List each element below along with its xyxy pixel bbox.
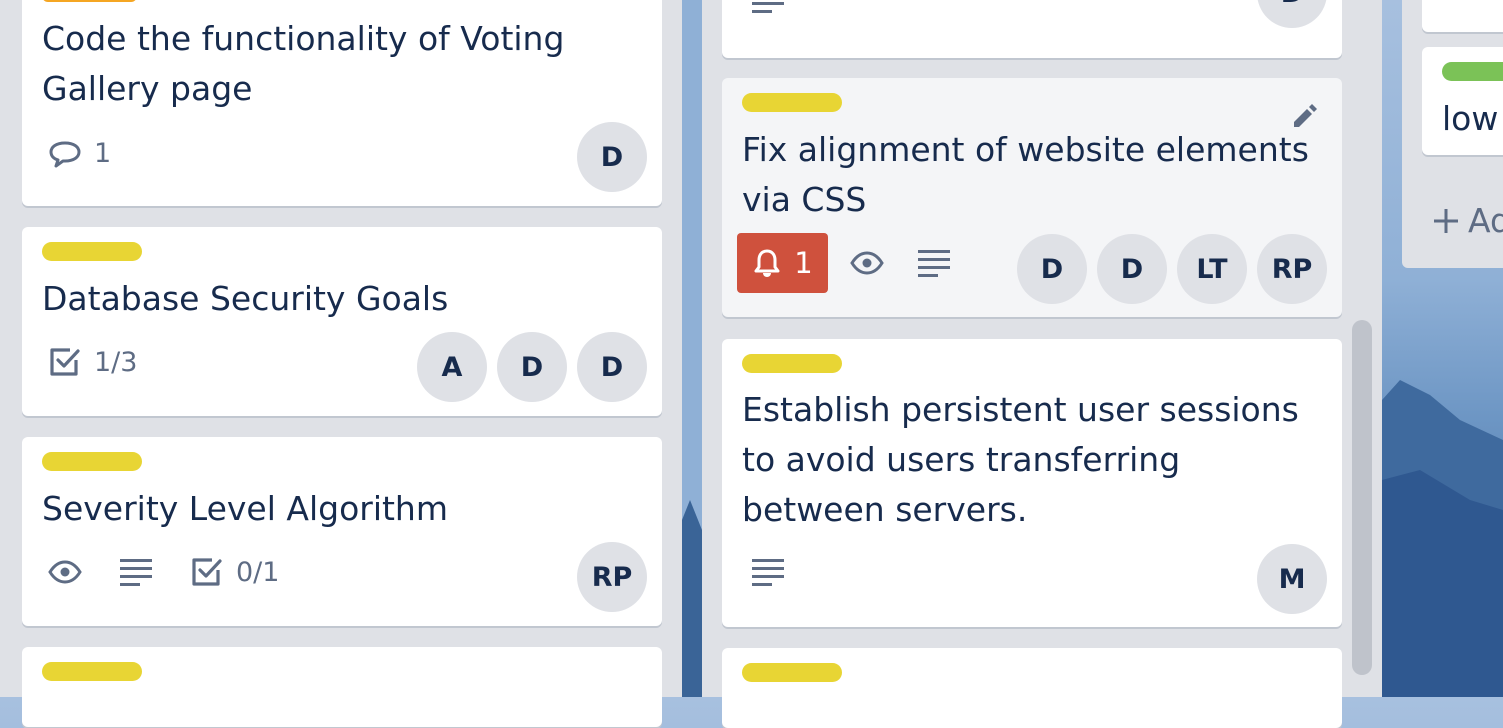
description-badge: [752, 557, 784, 587]
notification-count: 1: [794, 246, 813, 280]
card-low[interactable]: low: [1422, 47, 1503, 155]
checklist-icon: [50, 348, 80, 376]
card-badges: 1: [737, 233, 988, 293]
card-title: Fix alignment of website elements via CS…: [742, 130, 1309, 219]
avatar[interactable]: D: [1097, 234, 1167, 304]
avatar[interactable]: M: [1257, 544, 1327, 614]
card-members: D: [577, 122, 647, 192]
avatar[interactable]: D: [577, 332, 647, 402]
card-badges: 0/1: [48, 555, 317, 589]
card-fix-alignment[interactable]: Fix alignment of website elements via CS…: [722, 78, 1342, 317]
card-title: Code the functionality of Voting Gallery…: [42, 19, 565, 108]
card-label[interactable]: [42, 662, 142, 681]
card-label[interactable]: [42, 0, 137, 2]
card-partial-top[interactable]: D: [722, 0, 1342, 58]
description-badge: [752, 0, 784, 20]
notification-badge: 1: [737, 233, 828, 293]
comment-icon: [49, 141, 81, 167]
avatar[interactable]: LT: [1177, 234, 1247, 304]
description-icon: [752, 2, 784, 13]
watch-badge: [48, 560, 82, 584]
card-members: D D LT RP: [1017, 234, 1327, 304]
card-severity-level[interactable]: Severity Level Algorithm 0/1 RP: [22, 437, 662, 626]
card-members: M: [1257, 544, 1327, 614]
card-badges: 1/3: [48, 345, 175, 379]
card-label[interactable]: [742, 663, 842, 682]
card-badges: 1: [48, 138, 149, 169]
avatar[interactable]: D: [577, 122, 647, 192]
eye-icon: [48, 560, 82, 584]
card-members: RP: [577, 542, 647, 612]
card-title: Establish persistent user sessions to av…: [742, 390, 1299, 529]
card-title: Database Security Goals: [42, 279, 449, 318]
card-database-security[interactable]: Database Security Goals 1/3 A D D: [22, 227, 662, 416]
card-label[interactable]: [42, 452, 142, 471]
avatar[interactable]: D: [497, 332, 567, 402]
card-partial-top-right[interactable]: [1422, 0, 1503, 32]
card-partial[interactable]: [22, 647, 662, 727]
description-badge: [918, 248, 950, 278]
avatar[interactable]: D: [1017, 234, 1087, 304]
card-members: D: [1257, 0, 1327, 28]
avatar[interactable]: D: [1257, 0, 1327, 28]
card-label[interactable]: [1442, 62, 1503, 81]
card-members: A D D: [417, 332, 647, 402]
card-badges: [752, 557, 822, 587]
avatar[interactable]: A: [417, 332, 487, 402]
card-title: Severity Level Algorithm: [42, 489, 448, 528]
card-label[interactable]: [42, 242, 142, 261]
description-badge: [120, 557, 152, 587]
checklist-icon: [192, 558, 222, 586]
comments-badge: 1: [48, 138, 111, 169]
add-card-button[interactable]: Ad: [1432, 201, 1503, 240]
list-scrollbar[interactable]: [1352, 320, 1372, 675]
card-voting-gallery[interactable]: Code the functionality of Voting Gallery…: [22, 0, 662, 206]
description-icon: [752, 559, 784, 586]
watch-badge: [850, 251, 884, 275]
add-card-label: Ad: [1468, 201, 1503, 240]
description-icon: [120, 559, 152, 586]
card-title: low: [1442, 99, 1499, 138]
checklist-count: 0/1: [236, 556, 280, 588]
checklist-count: 1/3: [94, 346, 138, 378]
bell-icon: [754, 249, 780, 277]
description-icon: [918, 250, 950, 277]
avatar[interactable]: RP: [1257, 234, 1327, 304]
comments-count: 1: [94, 138, 112, 169]
checklist-badge: 1/3: [48, 345, 137, 379]
card-label[interactable]: [742, 93, 842, 112]
plus-icon: [1434, 208, 1458, 233]
card-label[interactable]: [742, 354, 842, 373]
avatar[interactable]: RP: [577, 542, 647, 612]
card-partial-bottom[interactable]: [722, 648, 1342, 728]
list-column-1: Code the functionality of Voting Gallery…: [0, 0, 682, 727]
checklist-badge: 0/1: [190, 555, 279, 589]
eye-icon: [850, 251, 884, 275]
list-column-2: D Fix alignment of website elements via …: [702, 0, 1382, 728]
card-persistent-sessions[interactable]: Establish persistent user sessions to av…: [722, 339, 1342, 627]
